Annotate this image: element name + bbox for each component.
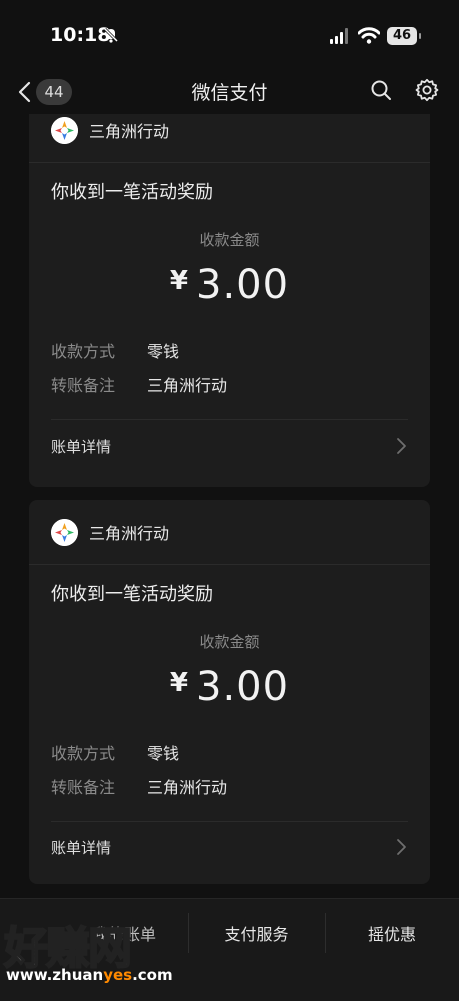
message-title: 你收到一笔活动奖励 xyxy=(51,584,213,605)
transfer-note-value: 三角洲行动 xyxy=(147,376,228,395)
payment-card[interactable]: 三角洲行动 你收到一笔活动奖励 收款金额 ¥3.00 收款方式 零钱 转账备注 … xyxy=(29,114,430,487)
payment-method-label: 收款方式 xyxy=(51,744,116,763)
chevron-right-icon xyxy=(397,839,406,855)
amount-value: 3.00 xyxy=(196,262,290,308)
status-bar: 10:18 46 xyxy=(0,0,459,70)
amount: ¥3.00 xyxy=(29,262,430,308)
bill-detail-link[interactable]: 账单详情 xyxy=(51,837,111,858)
amount: ¥3.00 xyxy=(29,664,430,710)
gear-icon[interactable] xyxy=(415,78,439,102)
card-header: 三角洲行动 xyxy=(29,500,430,565)
bill-detail-link[interactable]: 账单详情 xyxy=(51,436,111,457)
tab-shake-offers[interactable]: 摇优惠 xyxy=(325,921,459,945)
payment-method-value: 零钱 xyxy=(147,744,180,763)
currency-symbol: ¥ xyxy=(169,668,189,698)
battery-indicator: 46 xyxy=(387,27,417,45)
transfer-note-label: 转账备注 xyxy=(51,376,116,395)
cellular-signal-icon xyxy=(330,28,348,44)
site-watermark: 好赚网 www.zhuanyes.com xyxy=(0,906,200,1000)
nav-bar: 44 微信支付 xyxy=(0,70,459,114)
watermark-url-prefix: www.zhuan xyxy=(6,966,104,984)
tab-payment-services[interactable]: 支付服务 xyxy=(188,921,325,945)
currency-symbol: ¥ xyxy=(169,266,189,296)
watermark-url-suffix: .com xyxy=(132,966,173,984)
message-list[interactable]: 三角洲行动 你收到一笔活动奖励 收款金额 ¥3.00 收款方式 零钱 转账备注 … xyxy=(0,114,459,898)
divider xyxy=(51,419,408,420)
watermark-url: www.zhuanyes.com xyxy=(6,966,173,984)
amount-label: 收款金额 xyxy=(199,633,260,651)
search-icon[interactable] xyxy=(370,79,392,101)
sender-logo-icon xyxy=(51,519,78,546)
transfer-note-label: 转账备注 xyxy=(51,778,116,797)
watermark-url-highlight: yes xyxy=(103,966,133,984)
mute-bell-icon xyxy=(103,27,119,43)
payment-method-label: 收款方式 xyxy=(51,342,116,361)
sender-logo-icon xyxy=(51,117,78,144)
sender-name: 三角洲行动 xyxy=(89,524,170,543)
card-header: 三角洲行动 xyxy=(29,114,430,163)
wifi-icon xyxy=(358,27,380,44)
chevron-right-icon xyxy=(397,438,406,454)
payment-card[interactable]: 三角洲行动 你收到一笔活动奖励 收款金额 ¥3.00 收款方式 零钱 转账备注 … xyxy=(29,500,430,884)
message-title: 你收到一笔活动奖励 xyxy=(51,182,213,203)
payment-method-value: 零钱 xyxy=(147,342,180,361)
amount-value: 3.00 xyxy=(196,664,290,710)
transfer-note-value: 三角洲行动 xyxy=(147,778,228,797)
divider xyxy=(51,821,408,822)
amount-label: 收款金额 xyxy=(199,231,260,249)
sender-name: 三角洲行动 xyxy=(89,122,170,141)
battery-tip xyxy=(419,33,421,39)
status-time: 10:18 xyxy=(50,24,111,46)
